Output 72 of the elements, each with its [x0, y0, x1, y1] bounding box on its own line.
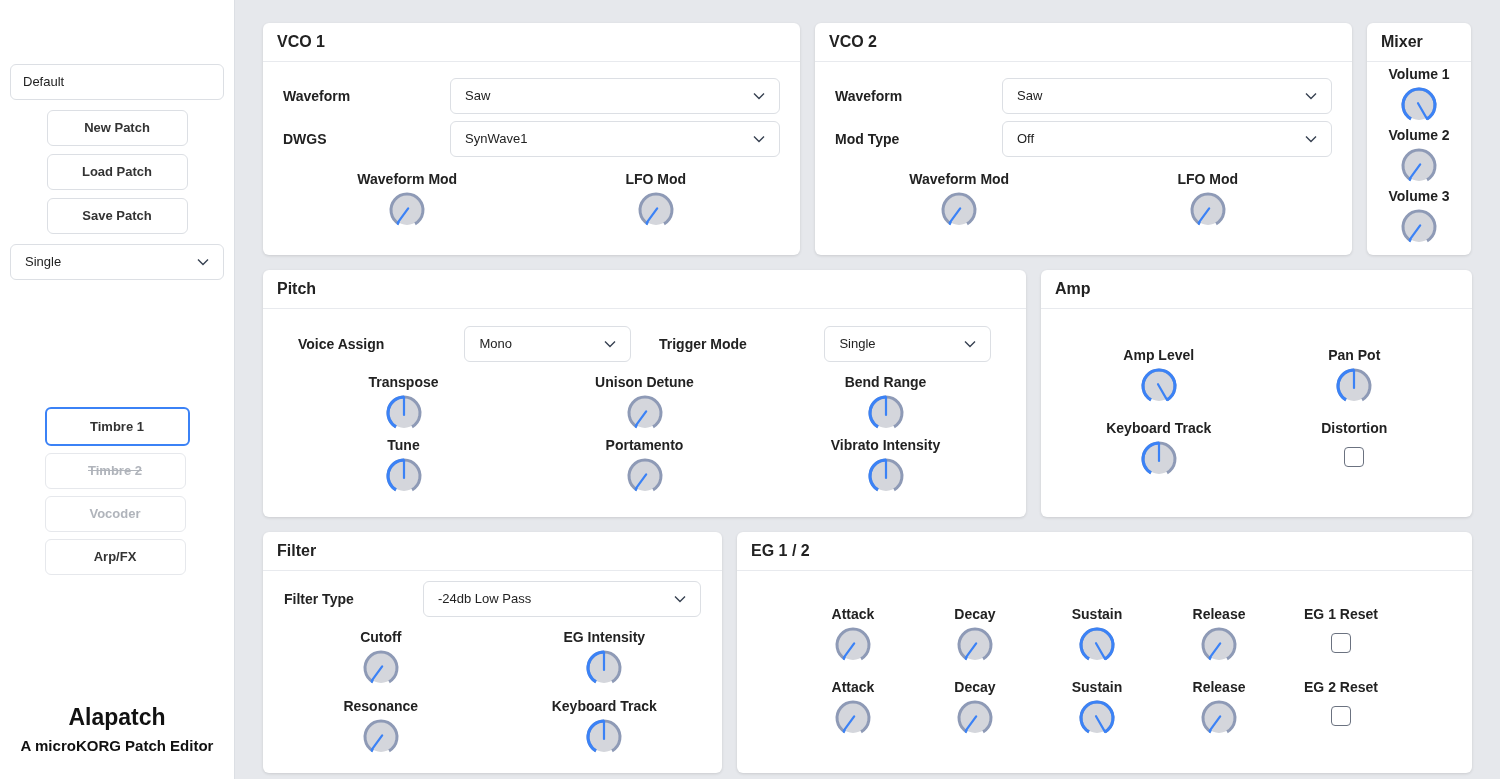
- panel-title: EG 1 / 2: [751, 541, 810, 561]
- control-label: EG 1 Reset: [1304, 605, 1378, 624]
- panel-title: VCO 1: [277, 32, 325, 52]
- control-label: Release: [1192, 605, 1246, 624]
- control-label: Transpose: [368, 373, 439, 392]
- dropdown-select[interactable]: Single: [10, 244, 224, 280]
- dropdown-select[interactable]: SynWave1: [450, 121, 780, 157]
- chevron-down-icon: [753, 92, 765, 100]
- control-label: Volume 1: [1388, 65, 1450, 84]
- patch-button[interactable]: Save Patch: [46, 198, 188, 234]
- chevron-down-icon: [1305, 135, 1317, 143]
- control-label: Decay: [954, 678, 996, 697]
- dropdown-select[interactable]: Off: [1002, 121, 1332, 157]
- app-title: Alapatch: [68, 703, 166, 732]
- timbre-tab[interactable]: Arp/FX: [44, 539, 186, 575]
- control-label: Waveform: [283, 86, 351, 106]
- dropdown-select[interactable]: Saw: [1002, 78, 1332, 114]
- control-label: Keyboard Track: [1106, 419, 1212, 438]
- control-label: Attack: [831, 678, 875, 697]
- panel-title: Amp: [1055, 279, 1091, 299]
- chevron-down-icon: [674, 595, 686, 603]
- checkbox[interactable]: [1331, 706, 1351, 726]
- checkbox[interactable]: [1331, 633, 1351, 653]
- control-label: Bend Range: [844, 373, 927, 392]
- control-label: Filter Type: [284, 589, 354, 609]
- checkbox[interactable]: [1344, 447, 1365, 467]
- control-label: Voice Assign: [298, 334, 386, 354]
- control-label: Cutoff: [360, 628, 402, 647]
- control-label: LFO Mod: [625, 170, 687, 189]
- panel-title: Pitch: [277, 279, 317, 299]
- chevron-down-icon: [753, 135, 765, 143]
- app-subtitle: A microKORG Patch Editor: [20, 735, 214, 756]
- control-label: Pan Pot: [1328, 346, 1381, 365]
- control-label: Vibrato Intensity: [830, 436, 941, 455]
- patch-name-field[interactable]: Default: [10, 64, 224, 100]
- control-label: Resonance: [343, 697, 419, 716]
- control-label: Waveform Mod: [357, 170, 458, 189]
- control-label: EG 2 Reset: [1304, 678, 1378, 697]
- dropdown-select[interactable]: Single: [824, 326, 991, 362]
- control-label: Keyboard Track: [551, 697, 657, 716]
- control-label: Waveform Mod: [909, 170, 1010, 189]
- chevron-down-icon: [964, 340, 976, 348]
- timbre-tab[interactable]: Timbre 1: [44, 407, 190, 446]
- patch-button[interactable]: New Patch: [46, 110, 188, 146]
- control-label: Amp Level: [1123, 346, 1195, 365]
- control-label: Release: [1192, 678, 1246, 697]
- control-label: Decay: [954, 605, 996, 624]
- control-label: Waveform: [835, 86, 903, 106]
- patch-button[interactable]: Load Patch: [46, 154, 188, 190]
- control-label: EG Intensity: [563, 628, 646, 647]
- control-label: Tune: [387, 436, 420, 455]
- dropdown-select[interactable]: -24db Low Pass: [423, 581, 701, 617]
- dropdown-select[interactable]: Mono: [464, 326, 631, 362]
- control-label: DWGS: [283, 129, 327, 149]
- panel-title: Mixer: [1381, 32, 1423, 52]
- panel-title: VCO 2: [829, 32, 877, 52]
- dropdown-select[interactable]: Saw: [450, 78, 780, 114]
- control-label: Mod Type: [835, 129, 900, 149]
- control-label: Sustain: [1071, 678, 1123, 697]
- control-label: Volume 3: [1388, 187, 1450, 206]
- control-label: Attack: [831, 605, 875, 624]
- chevron-down-icon: [1305, 92, 1317, 100]
- control-label: Unison Detune: [595, 373, 694, 392]
- control-label: Trigger Mode: [658, 334, 748, 354]
- control-label: Distortion: [1321, 419, 1388, 438]
- control-label: LFO Mod: [1177, 170, 1239, 189]
- control-label: Volume 2: [1388, 126, 1450, 145]
- chevron-down-icon: [197, 258, 209, 266]
- panel-title: Filter: [277, 541, 317, 561]
- chevron-down-icon: [604, 340, 616, 348]
- control-label: Sustain: [1071, 605, 1123, 624]
- control-label: Portamento: [605, 436, 684, 455]
